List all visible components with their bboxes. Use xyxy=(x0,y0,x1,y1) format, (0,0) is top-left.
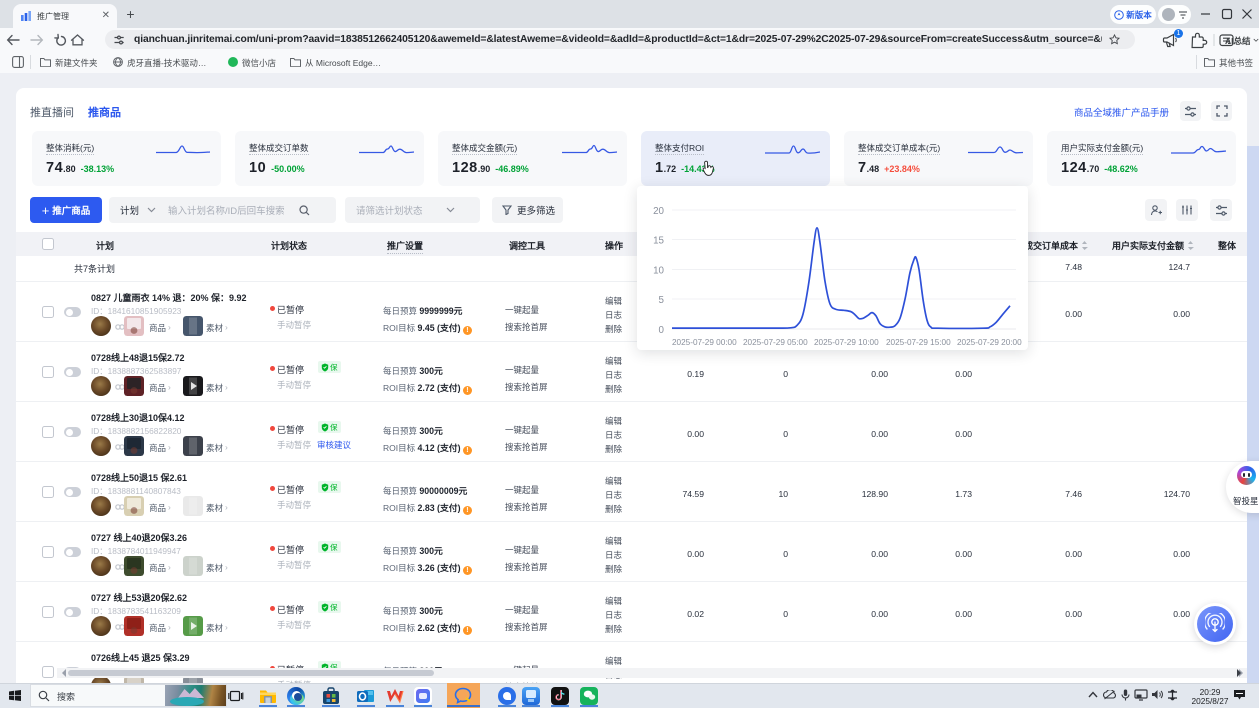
svg-text:2025-07-29 05:00: 2025-07-29 05:00 xyxy=(743,338,808,347)
svg-text:15: 15 xyxy=(653,236,664,247)
svg-text:10: 10 xyxy=(653,266,664,277)
svg-text:5: 5 xyxy=(659,295,665,306)
svg-text:2025-07-29 15:00: 2025-07-29 15:00 xyxy=(886,338,951,347)
svg-text:20: 20 xyxy=(653,206,664,217)
svg-text:2025-07-29 10:00: 2025-07-29 10:00 xyxy=(814,338,879,347)
svg-text:2025-07-29 00:00: 2025-07-29 00:00 xyxy=(672,338,737,347)
svg-text:2025-07-29 20:00: 2025-07-29 20:00 xyxy=(957,338,1022,347)
svg-text:0: 0 xyxy=(659,325,665,336)
